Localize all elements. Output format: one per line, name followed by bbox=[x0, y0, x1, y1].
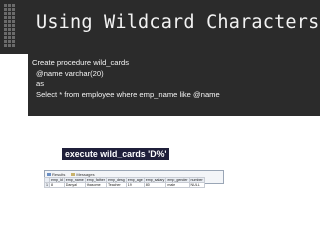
message-icon bbox=[71, 173, 76, 176]
table-cell[interactable]: male bbox=[165, 182, 190, 188]
results-header-row: emp_id emp_name emp_father emp_desg emp_… bbox=[44, 177, 205, 183]
column-header[interactable]: emp_gender bbox=[165, 177, 190, 183]
table-cell[interactable]: thasome bbox=[84, 182, 107, 188]
decorative-grid bbox=[4, 4, 16, 50]
slide-title: Using Wildcard Characters: bbox=[36, 12, 320, 33]
code-line-4: Select * from employee where emp_name li… bbox=[36, 90, 220, 100]
table-cell[interactable]: 80 bbox=[143, 182, 167, 188]
left-margin bbox=[0, 54, 28, 240]
grid-icon bbox=[47, 173, 51, 176]
column-header[interactable]: emp_salary bbox=[143, 177, 167, 183]
column-header[interactable]: emp_id bbox=[49, 177, 65, 183]
table-row[interactable]: 1 8 Danyal thasome Teacher 19 80 male NU… bbox=[44, 182, 205, 188]
column-header[interactable]: emp_name bbox=[63, 177, 86, 183]
code-line-1: Create procedure wild_cards bbox=[32, 58, 130, 67]
results-grid: emp_id emp_name emp_father emp_desg emp_… bbox=[44, 177, 205, 188]
code-line-2: @name varchar(20) bbox=[36, 68, 104, 78]
table-cell[interactable]: Danyal bbox=[63, 182, 86, 188]
table-cell[interactable]: 8 bbox=[49, 182, 65, 188]
column-header[interactable]: emp_father bbox=[84, 177, 107, 183]
column-header[interactable]: emp_desg bbox=[105, 177, 127, 183]
table-cell[interactable]: 19 bbox=[125, 182, 145, 188]
exec-command-label: execute wild_cards 'D%' bbox=[62, 148, 170, 160]
slide-header: Using Wildcard Characters: bbox=[0, 0, 320, 54]
table-cell[interactable]: NULL bbox=[188, 182, 205, 188]
code-line-3: as bbox=[36, 79, 45, 89]
table-cell[interactable]: Teacher bbox=[105, 182, 127, 188]
column-header[interactable]: number bbox=[188, 177, 205, 183]
code-panel: Create procedure wild_cards @name varcha… bbox=[28, 54, 320, 116]
column-header[interactable]: emp_age bbox=[125, 177, 145, 183]
